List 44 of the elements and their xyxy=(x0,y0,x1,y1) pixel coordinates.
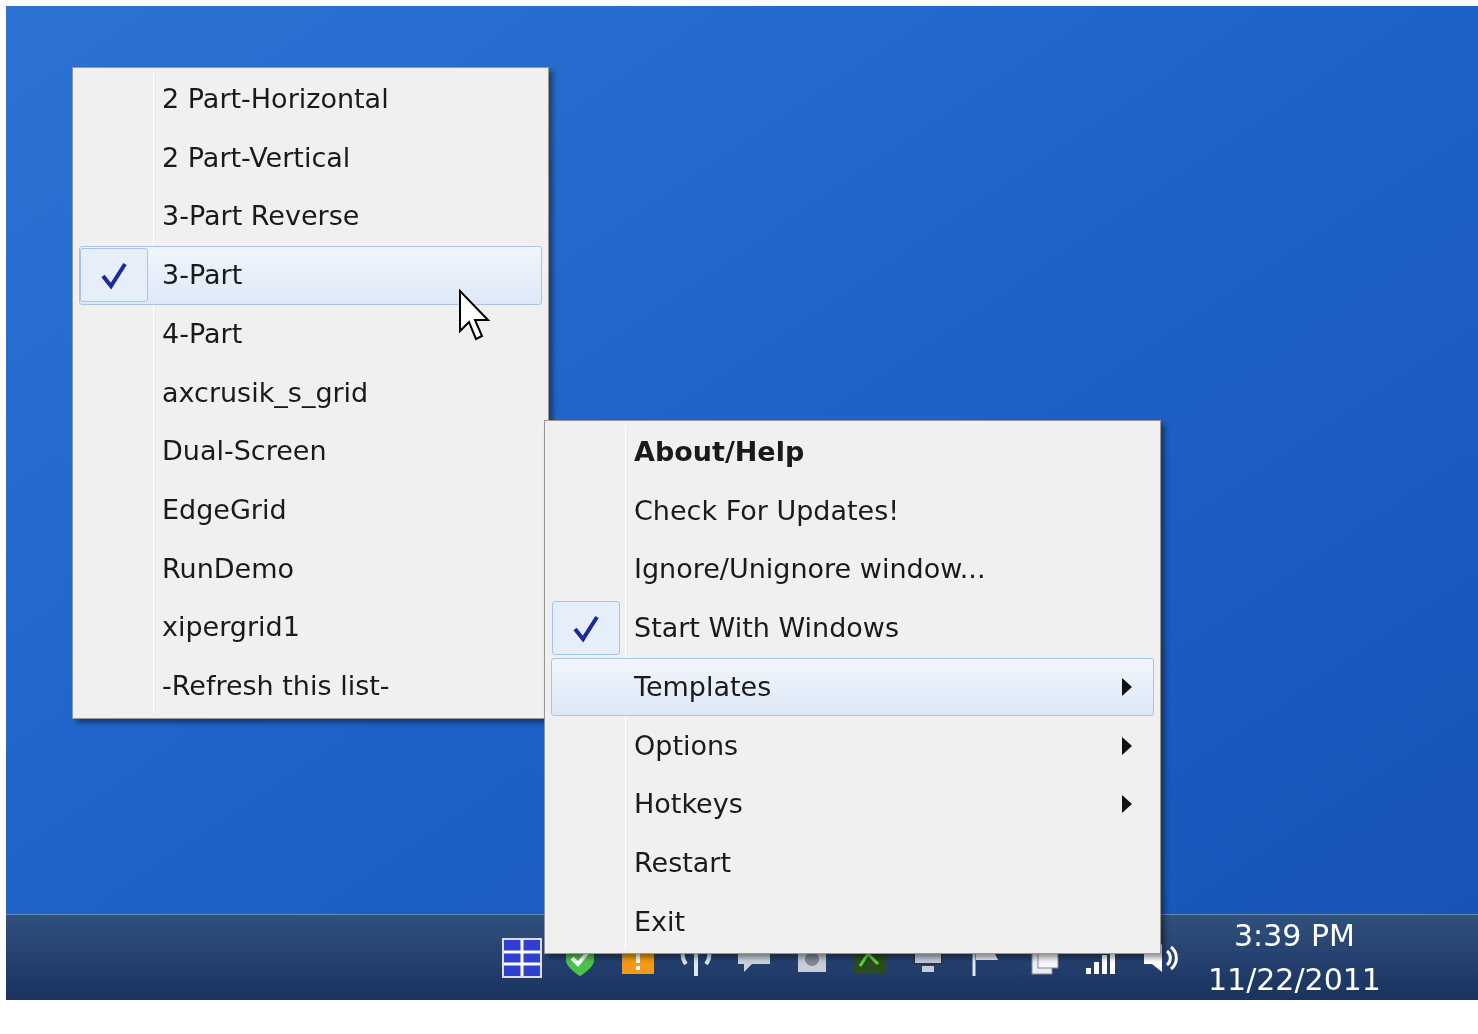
menu-item-label: Templates xyxy=(634,669,772,704)
menu-item[interactable]: 2 Part-Vertical xyxy=(79,128,542,188)
menu-item-label: About/Help xyxy=(634,435,805,470)
menu-item-label: Dual-Screen xyxy=(162,434,327,469)
menu-item-label: 2 Part-Vertical xyxy=(162,140,351,175)
menu-item-label: 4-Part xyxy=(162,316,243,351)
menu-item[interactable]: Dual-Screen xyxy=(79,422,542,481)
menu-item[interactable]: Restart xyxy=(551,833,1154,893)
menu-item-label: Hotkeys xyxy=(634,787,743,822)
menu-item-label: EdgeGrid xyxy=(162,492,287,527)
menu-item[interactable]: Hotkeys xyxy=(551,775,1154,834)
menu-item-label: Options xyxy=(634,728,739,763)
menu-item-label: Restart xyxy=(634,845,732,880)
mouse-cursor-icon xyxy=(458,289,492,343)
menu-item[interactable]: 3-Part xyxy=(79,246,542,305)
menu-item[interactable]: Exit xyxy=(551,892,1154,952)
menu-item[interactable]: About/Help xyxy=(551,423,1154,482)
menu-item-label: 3-Part xyxy=(162,258,243,293)
menu-item-label: RunDemo xyxy=(162,551,294,586)
menu-item[interactable]: 4-Part xyxy=(79,304,542,364)
menu-item-label: -Refresh this list- xyxy=(162,668,390,703)
menu-item-label: xipergrid1 xyxy=(162,610,300,645)
menu-item-label: 3-Part Reverse xyxy=(162,199,360,234)
menu-item[interactable]: Templates xyxy=(551,657,1154,717)
menu-item[interactable]: Ignore/Unignore window... xyxy=(551,540,1154,600)
menu-item[interactable]: Start With Windows xyxy=(551,599,1154,658)
menu-item[interactable]: Check For Updates! xyxy=(551,481,1154,541)
clock-time[interactable]: 3:39 PM xyxy=(1234,913,1355,958)
menu-item[interactable]: 3-Part Reverse xyxy=(79,187,542,247)
menu-item-label: Ignore/Unignore window... xyxy=(634,552,986,587)
menu-item-label: Check For Updates! xyxy=(634,493,900,528)
menu-item[interactable]: 2 Part-Horizontal xyxy=(79,70,542,129)
menu-item[interactable]: EdgeGrid xyxy=(79,480,542,540)
clock-date[interactable]: 11/22/2011 xyxy=(1208,957,1381,1002)
menu-item[interactable]: Options xyxy=(551,716,1154,776)
menu-item-label: Exit xyxy=(634,904,686,939)
menu-item[interactable]: axcrusik_s_grid xyxy=(79,363,542,423)
menu-item[interactable]: xipergrid1 xyxy=(79,598,542,657)
menu-item-label: 2 Part-Horizontal xyxy=(162,82,389,117)
menu-item[interactable]: RunDemo xyxy=(79,539,542,599)
menu-item-label: Start With Windows xyxy=(634,611,899,646)
menu-item-label: axcrusik_s_grid xyxy=(162,375,369,410)
grid-icon[interactable] xyxy=(502,937,542,978)
menu-item[interactable]: -Refresh this list- xyxy=(79,656,542,716)
